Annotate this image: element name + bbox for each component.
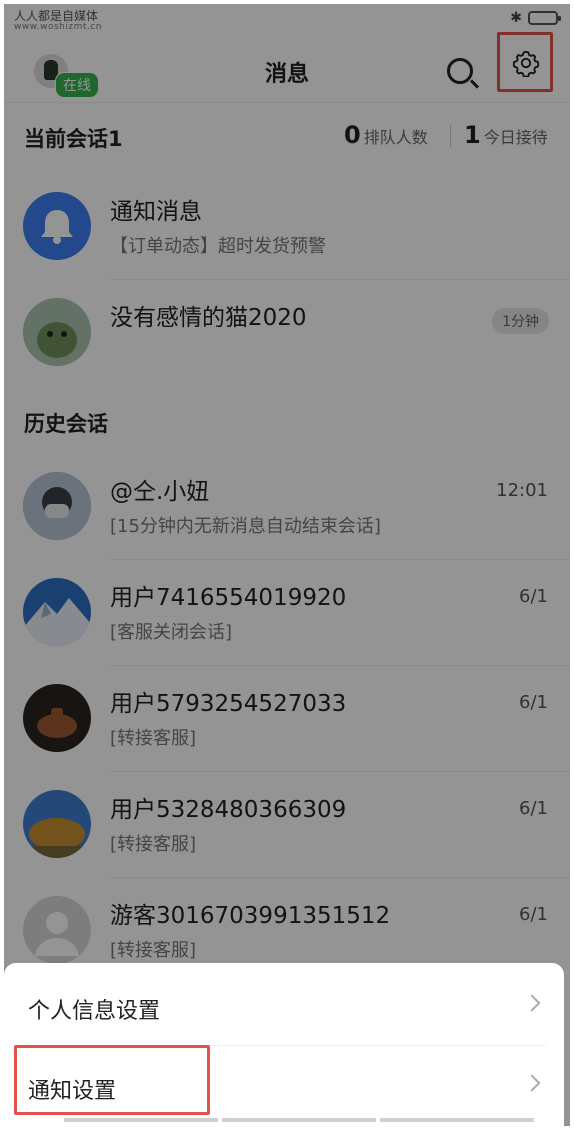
settings-sheet: 个人信息设置 通知设置 — [4, 963, 564, 1126]
tab-segment — [64, 1118, 218, 1122]
personal-settings-label: 个人信息设置 — [28, 999, 161, 1024]
dim-overlay[interactable] — [4, 4, 570, 1126]
bottom-tab-strip — [64, 1118, 534, 1122]
tab-segment — [222, 1118, 376, 1122]
chevron-right-icon — [523, 1074, 541, 1092]
app-frame: 人人都是自媒体 www.woshizmt.cn ✱ 在线 消息 当前会话1 0 … — [4, 4, 570, 1126]
chevron-right-icon — [523, 994, 541, 1012]
notification-highlight — [14, 1045, 210, 1115]
tab-segment — [380, 1118, 534, 1122]
personal-settings-item[interactable]: 个人信息设置 — [4, 967, 564, 1047]
